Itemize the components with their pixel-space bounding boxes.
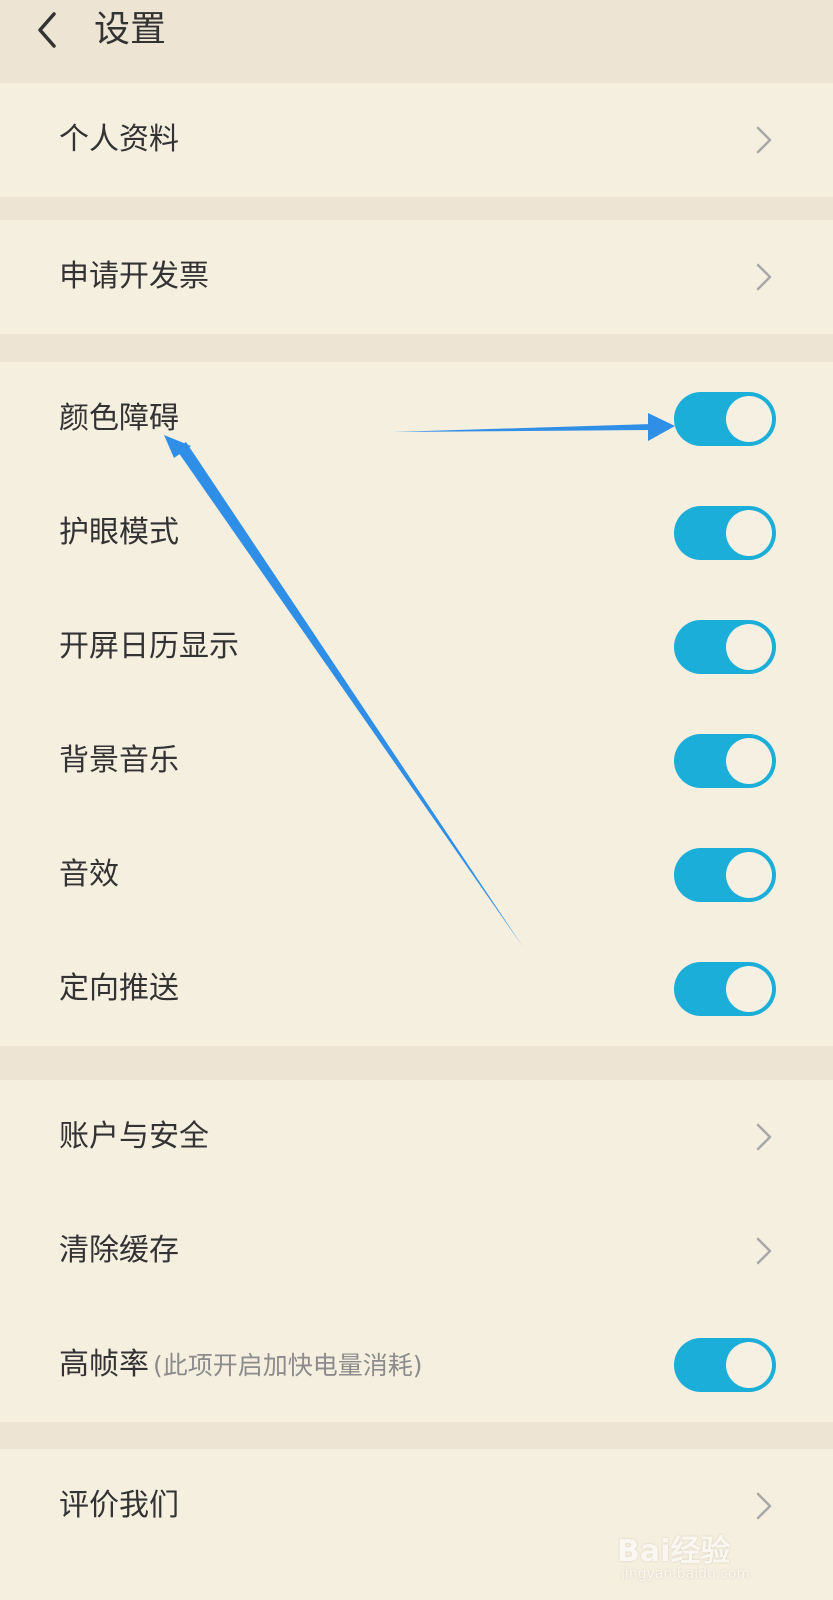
- watermark-url: jingyan.baidu.com: [621, 1566, 751, 1582]
- row-splash-calendar: 开屏日历显示: [0, 590, 833, 704]
- toggle-background-music[interactable]: [674, 734, 776, 788]
- row-label-invoice: 申请开发票: [59, 259, 209, 294]
- toggle-eye-care[interactable]: [674, 506, 776, 560]
- settings-page: 设置 个人资料 申请开发票 颜色障碍 护眼模式 开屏日历显示 背景音乐 音效 定…: [0, 0, 833, 1600]
- row-label-sound-effects: 音效: [59, 857, 119, 892]
- row-label-clear-cache: 清除缓存: [59, 1233, 179, 1268]
- toggle-high-frame-rate[interactable]: [674, 1338, 776, 1392]
- row-high-frame-rate: 高帧率 (此项开启加快电量消耗): [0, 1308, 833, 1422]
- row-profile[interactable]: 个人资料: [0, 83, 833, 197]
- toggle-knob: [726, 624, 772, 670]
- toggle-knob: [726, 966, 772, 1012]
- toggle-color-blind[interactable]: [674, 392, 776, 446]
- toggle-knob: [726, 738, 772, 784]
- row-label-profile: 个人资料: [59, 122, 179, 157]
- chevron-left-icon[interactable]: [30, 8, 66, 52]
- row-label-targeted-push: 定向推送: [59, 971, 179, 1006]
- row-color-blind: 颜色障碍: [0, 362, 833, 476]
- row-clear-cache[interactable]: 清除缓存: [0, 1194, 833, 1308]
- chevron-right-icon: [756, 1237, 772, 1265]
- header-bar: 设置: [0, 0, 833, 82]
- chevron-right-icon: [756, 263, 772, 291]
- toggle-knob: [726, 396, 772, 442]
- row-label-color-blind: 颜色障碍: [59, 401, 179, 436]
- row-hint-high-frame-rate: (此项开启加快电量消耗): [153, 1351, 423, 1380]
- toggle-sound-effects[interactable]: [674, 848, 776, 902]
- settings-group-display: 颜色障碍 护眼模式 开屏日历显示 背景音乐 音效 定向推送: [0, 362, 833, 1046]
- toggle-targeted-push[interactable]: [674, 962, 776, 1016]
- row-label-background-music: 背景音乐: [59, 743, 179, 778]
- toggle-knob: [726, 510, 772, 556]
- toggle-knob: [726, 1342, 772, 1388]
- row-label-account-security: 账户与安全: [59, 1119, 209, 1154]
- settings-group-invoice: 申请开发票: [0, 220, 833, 334]
- row-label-rate-us: 评价我们: [59, 1488, 179, 1523]
- settings-group-account: 账户与安全 清除缓存 高帧率 (此项开启加快电量消耗): [0, 1080, 833, 1422]
- row-label-eye-care: 护眼模式: [59, 515, 179, 550]
- toggle-knob: [726, 852, 772, 898]
- chevron-right-icon: [756, 1492, 772, 1520]
- settings-group-profile: 个人资料: [0, 83, 833, 197]
- row-label-splash-calendar: 开屏日历显示: [59, 629, 239, 664]
- chevron-right-icon: [756, 126, 772, 154]
- row-label-high-frame-rate: 高帧率 (此项开启加快电量消耗): [59, 1308, 423, 1423]
- toggle-splash-calendar[interactable]: [674, 620, 776, 674]
- row-invoice[interactable]: 申请开发票: [0, 220, 833, 334]
- row-targeted-push: 定向推送: [0, 932, 833, 1046]
- row-label-high-frame-rate-text: 高帧率: [59, 1347, 149, 1382]
- page-title: 设置: [94, 9, 167, 50]
- row-sound-effects: 音效: [0, 818, 833, 932]
- watermark: Bai经验 jingyan.baidu.com: [617, 1526, 777, 1588]
- watermark-brand: Bai经验: [617, 1534, 731, 1569]
- row-background-music: 背景音乐: [0, 704, 833, 818]
- row-eye-care: 护眼模式: [0, 476, 833, 590]
- chevron-right-icon: [756, 1123, 772, 1151]
- row-account-security[interactable]: 账户与安全: [0, 1080, 833, 1194]
